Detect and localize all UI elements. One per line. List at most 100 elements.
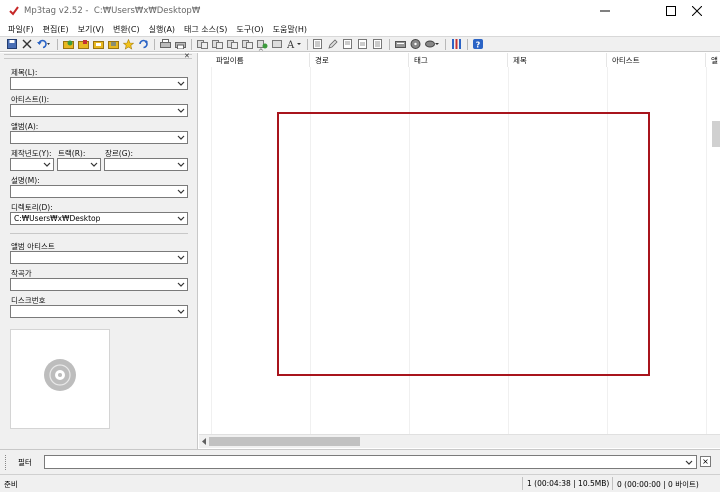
menu-convert[interactable]: 변환(C) <box>109 22 145 36</box>
year-combo[interactable] <box>10 158 54 171</box>
tag-sources-button[interactable] <box>394 39 406 50</box>
status-selected: 1 (00:04:38 | 10.5MB) <box>527 479 610 488</box>
filter-grip[interactable] <box>5 455 8 470</box>
menu-view[interactable]: 보기(V) <box>74 22 109 36</box>
toolbar-separator <box>467 38 468 50</box>
tag-source-icon <box>394 41 406 48</box>
tag-tag-icon <box>241 40 253 49</box>
panel-close-icon[interactable]: ✕ <box>184 52 190 60</box>
toolbar-separator <box>307 38 308 50</box>
status-separator <box>612 477 613 490</box>
text-file-tag-button[interactable] <box>226 39 238 50</box>
composer-combo[interactable] <box>10 278 188 291</box>
settings-button[interactable] <box>450 39 462 50</box>
title-bar: Mp3tag v2.52 - C:₩Users₩x₩Desktop₩ <box>0 0 720 22</box>
directory-value: C:₩Users₩x₩Desktop <box>14 214 101 223</box>
refresh-button[interactable] <box>137 39 149 50</box>
remove-tag-button[interactable] <box>21 39 33 50</box>
horizontal-scrollbar[interactable] <box>199 434 720 448</box>
file-list[interactable]: ^ 파일이름 경로 태그 제목 아티스트 앨 <box>199 48 720 434</box>
panel-grip[interactable] <box>4 54 192 59</box>
minimize-button[interactable] <box>582 0 628 22</box>
text-editor-icon <box>313 39 322 49</box>
svg-text:A: A <box>287 40 295 49</box>
column-gridline <box>706 67 707 434</box>
chevron-down-icon <box>43 162 51 167</box>
column-header-tag[interactable]: 태그 <box>409 53 508 67</box>
tag-tag-button[interactable] <box>241 39 253 50</box>
menu-actions[interactable]: 실행(A) <box>145 22 180 36</box>
remove-tag-icon <box>22 39 32 49</box>
column-header-filename[interactable]: 파일이름 <box>211 53 310 67</box>
menu-help[interactable]: 도움말(H) <box>269 22 312 36</box>
change-directory-button[interactable] <box>62 39 74 50</box>
chevron-down-icon <box>177 162 185 167</box>
menu-tag-sources[interactable]: 태그 소스(S) <box>180 22 232 36</box>
svg-text:?: ? <box>476 40 481 49</box>
column-gridline <box>211 67 212 434</box>
favorites-icon <box>122 38 134 50</box>
options-list-button[interactable] <box>372 39 384 50</box>
actions-button[interactable] <box>424 39 440 50</box>
edit-icon <box>328 39 338 49</box>
export-icon <box>343 39 352 49</box>
case-conversion-button[interactable]: A <box>286 39 302 50</box>
status-bar: 준비 1 (00:04:38 | 10.5MB) 0 (00:00:00 | 0… <box>0 474 720 492</box>
column-header-title[interactable]: 제목 <box>508 53 607 67</box>
column-header-artist[interactable]: 아티스트 <box>607 53 706 67</box>
minimize-icon <box>600 10 610 12</box>
track-combo[interactable] <box>57 158 101 171</box>
column-header-path[interactable]: 경로 <box>310 53 409 67</box>
extended-tags-button[interactable] <box>312 39 324 50</box>
add-directory-button[interactable] <box>77 39 89 50</box>
directory-combo[interactable]: C:₩Users₩x₩Desktop <box>10 212 188 225</box>
toolbar-separator <box>445 38 446 50</box>
text-editor-icon <box>373 39 382 49</box>
print-button[interactable] <box>159 39 171 50</box>
convert-tag-icon <box>196 40 208 49</box>
edit-button[interactable] <box>327 39 339 50</box>
tag-filename-button[interactable] <box>196 39 208 50</box>
freedb-button[interactable] <box>409 39 421 50</box>
export-button[interactable] <box>342 39 354 50</box>
album-artist-combo[interactable] <box>10 251 188 264</box>
genre-combo[interactable] <box>104 158 188 171</box>
disc-number-combo[interactable] <box>10 305 188 318</box>
playlist-button[interactable] <box>107 39 119 50</box>
filter-close-button[interactable]: × <box>700 456 711 467</box>
toolbar-separator <box>389 38 390 50</box>
save-button[interactable] <box>6 39 18 50</box>
window-title: Mp3tag v2.52 - C:₩Users₩x₩Desktop₩ <box>24 6 201 16</box>
cd-icon <box>44 359 76 391</box>
favorites-button[interactable] <box>122 38 134 50</box>
chevron-down-icon <box>177 309 185 314</box>
title-combo[interactable] <box>10 77 188 90</box>
menu-file[interactable]: 파일(F) <box>4 22 39 36</box>
help-button[interactable]: ? <box>472 39 484 50</box>
folder-sub-icon <box>92 41 104 49</box>
filter-input[interactable] <box>44 455 697 469</box>
undo-button[interactable] <box>36 39 52 50</box>
status-separator <box>522 477 523 490</box>
subdirectory-button[interactable] <box>92 39 104 50</box>
menu-tools[interactable]: 도구(O) <box>232 22 268 36</box>
highlight-rectangle <box>277 112 650 376</box>
export-print-button[interactable] <box>174 39 186 50</box>
comment-combo[interactable] <box>10 185 188 198</box>
save-icon <box>7 39 17 49</box>
panel-divider <box>10 233 188 234</box>
column-header-album[interactable]: 앨 <box>706 53 720 67</box>
import-button[interactable] <box>357 39 369 50</box>
scroll-left-icon[interactable] <box>201 438 207 445</box>
cover-art-box[interactable] <box>10 329 110 429</box>
close-button[interactable] <box>674 0 720 22</box>
album-combo[interactable] <box>10 131 188 144</box>
tag-to-tag-button[interactable] <box>271 39 283 50</box>
artist-combo[interactable] <box>10 104 188 117</box>
tag-panel: ✕ 제목(L): 아티스트(I): 앨범(A): 제작년도(Y): 트랙(R):… <box>0 52 198 449</box>
status-total: 0 (00:00:00 | 0 바이트) <box>617 480 699 489</box>
filename-tag-button[interactable] <box>211 39 223 50</box>
menu-edit[interactable]: 편집(E) <box>39 22 74 36</box>
refresh-icon <box>138 39 148 49</box>
scrollbar-thumb[interactable] <box>209 437 360 446</box>
